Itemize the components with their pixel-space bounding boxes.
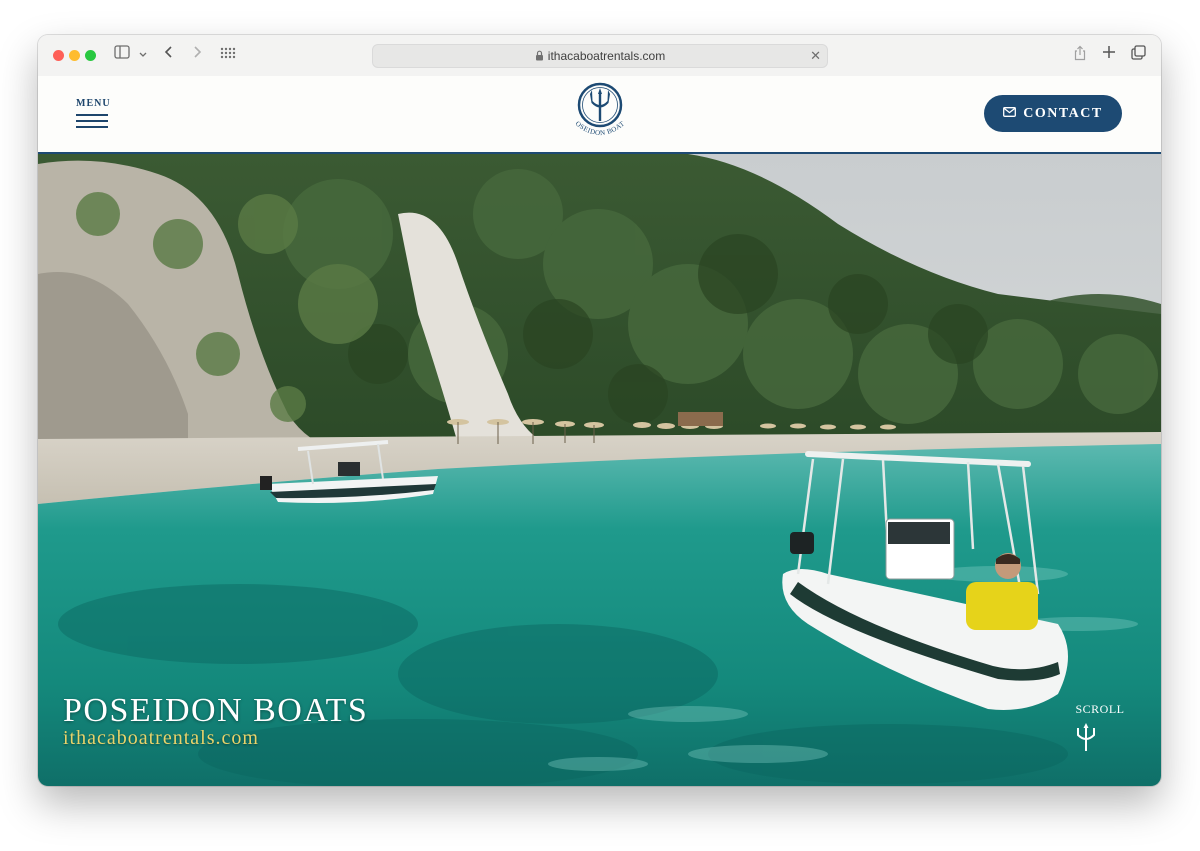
site-header: MENU POSEIDON BOATS	[38, 75, 1161, 154]
back-icon[interactable]	[162, 45, 176, 65]
menu-button[interactable]: MENU	[76, 98, 110, 132]
hamburger-line	[76, 114, 108, 116]
close-window-button[interactable]	[53, 50, 64, 61]
address-bar[interactable]: ithacaboatrentals.com ✕	[372, 44, 828, 68]
trident-icon	[1074, 723, 1126, 753]
browser-window: ithacaboatrentals.com ✕ MENU OSEIDON BOA…	[38, 35, 1161, 786]
menu-label: MENU	[76, 98, 111, 109]
url-text: ithacaboatrentals.com	[547, 49, 666, 63]
browser-toolbar: ithacaboatrentals.com ✕	[38, 35, 1161, 77]
scroll-indicator[interactable]: SCROLL	[1074, 702, 1126, 753]
contact-label: CONTACT	[1023, 105, 1103, 121]
sidebar-icon[interactable]	[113, 45, 131, 65]
tabs-icon[interactable]	[1130, 45, 1146, 65]
forward-icon[interactable]	[190, 45, 204, 65]
lock-icon	[535, 46, 544, 68]
grid-icon[interactable]	[219, 45, 237, 65]
hero-title: POSEIDON BOATS	[63, 692, 369, 729]
share-icon[interactable]	[1072, 45, 1088, 65]
scroll-label: SCROLL	[1075, 702, 1125, 716]
chevron-down-icon[interactable]	[137, 45, 149, 65]
poseidon-boats-logo[interactable]: POSEIDON BOATS	[568, 75, 630, 147]
hamburger-line	[76, 120, 108, 122]
plus-icon[interactable]	[1101, 45, 1117, 65]
hamburger-line	[76, 126, 108, 128]
zoom-window-button[interactable]	[85, 50, 96, 61]
envelope-icon	[1003, 106, 1017, 122]
contact-button[interactable]: CONTACT	[984, 95, 1122, 132]
minimize-window-button[interactable]	[69, 50, 80, 61]
hero-subtitle[interactable]: ithacaboatrentals.com	[63, 727, 259, 750]
hero-section: POSEIDON BOATS ithacaboatrentals.com SCR…	[38, 154, 1161, 786]
close-icon[interactable]: ✕	[810, 45, 821, 67]
